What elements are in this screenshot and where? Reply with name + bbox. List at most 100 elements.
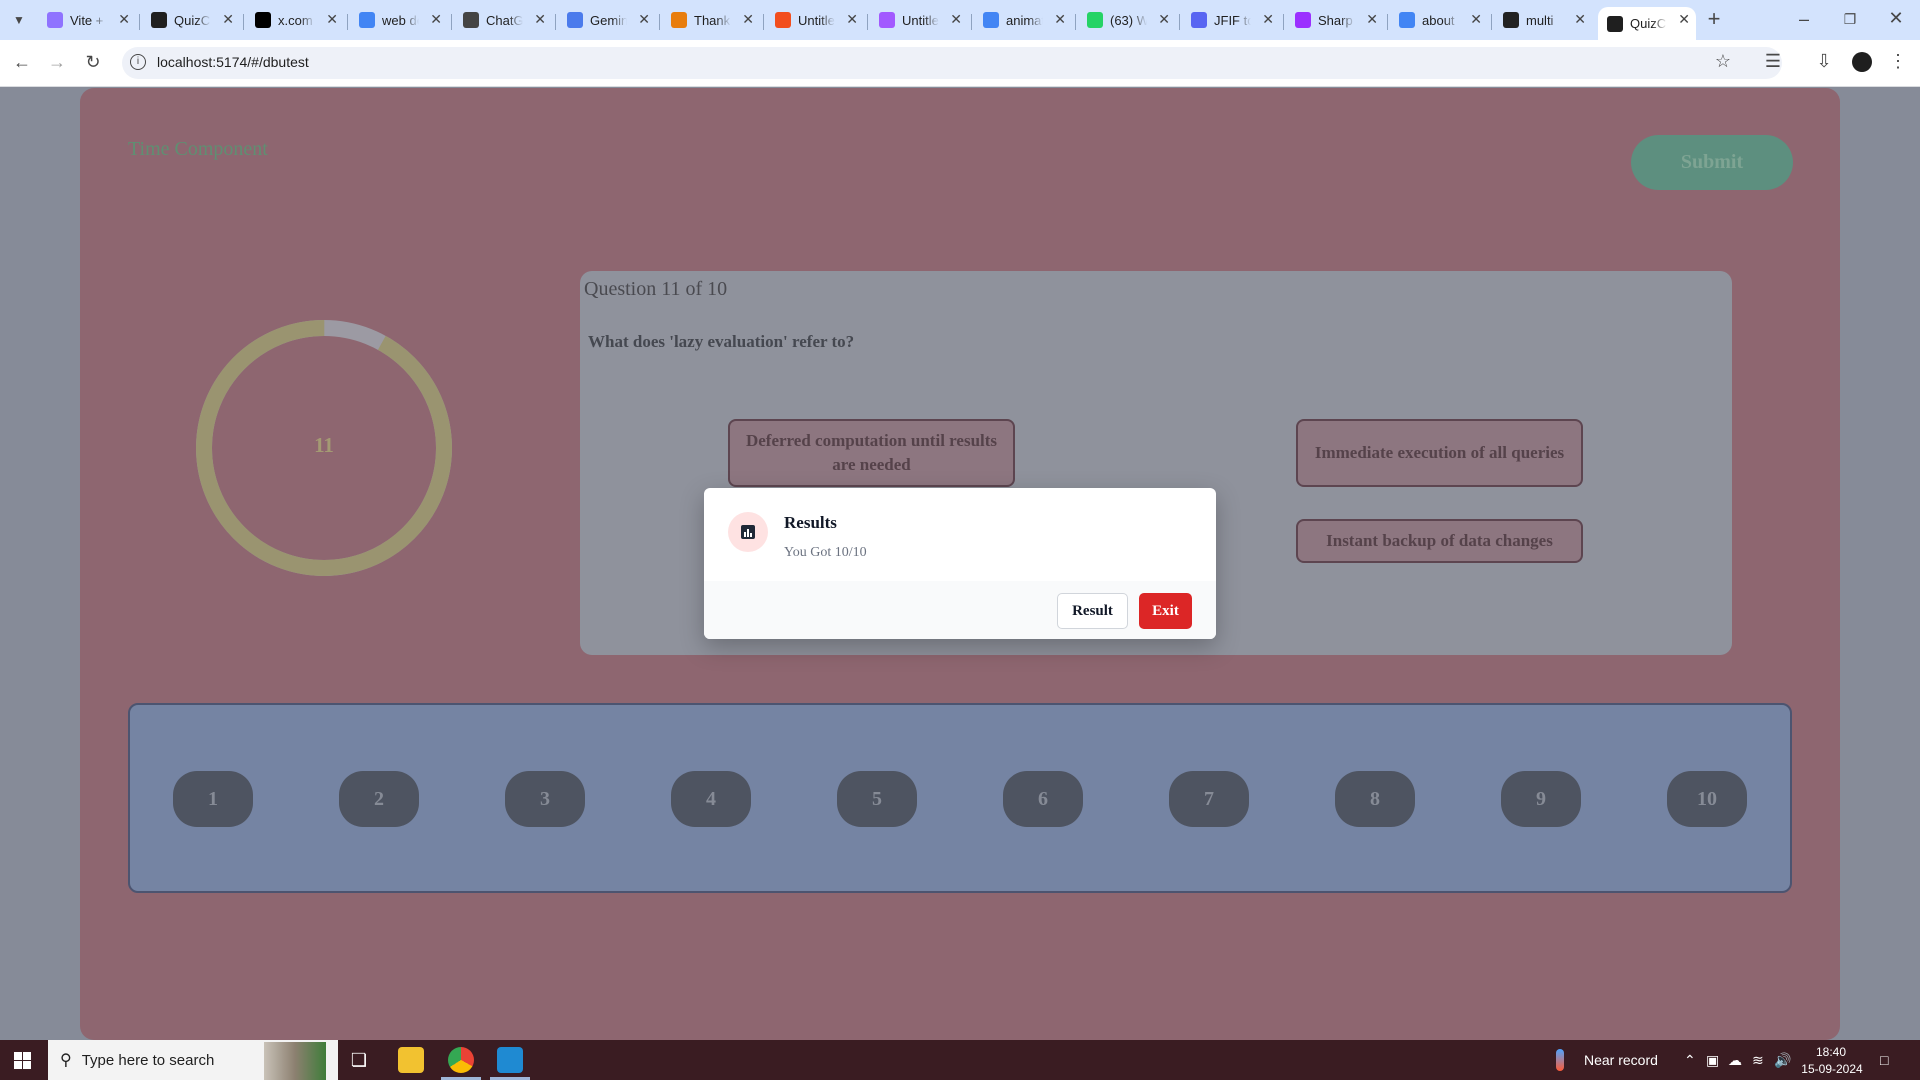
- browser-tab-title: JFIF to PNG: [1214, 12, 1251, 28]
- browser-tab-title: animation: [1006, 12, 1043, 28]
- browser-tab-title: ChatGPT: [486, 12, 523, 28]
- close-tab-icon[interactable]: ✕: [742, 11, 754, 27]
- browser-tab[interactable]: Gemini ✕: [558, 7, 656, 33]
- figma-icon: [775, 12, 791, 28]
- option-a-button[interactable]: Deferred computation until results are n…: [728, 419, 1015, 487]
- browser-tab[interactable]: ChatGPT ✕: [454, 7, 552, 33]
- network-icon[interactable]: ≋: [1752, 1052, 1764, 1069]
- option-c-button[interactable]: Instant backup of data changes: [1296, 519, 1583, 563]
- tab-separator: [1075, 14, 1076, 30]
- google-icon: [1399, 12, 1415, 28]
- browser-tab[interactable]: Untitled ✕: [766, 7, 864, 33]
- clock-date[interactable]: 15-09-2024: [1801, 1062, 1863, 1076]
- gemini-icon: [567, 12, 583, 28]
- windows-start-icon[interactable]: [14, 1052, 31, 1069]
- clock-time[interactable]: 18:40: [1806, 1045, 1856, 1059]
- tab-separator: [139, 14, 140, 30]
- close-tab-icon[interactable]: ✕: [1574, 11, 1586, 27]
- chrome-icon[interactable]: [448, 1047, 474, 1073]
- close-tab-icon[interactable]: ✕: [1158, 11, 1170, 27]
- close-tab-icon[interactable]: ✕: [326, 11, 338, 27]
- volume-icon[interactable]: 🔊: [1774, 1052, 1791, 1069]
- close-window-icon[interactable]: ✕: [1885, 8, 1907, 28]
- close-tab-icon[interactable]: ✕: [1678, 11, 1690, 27]
- question-nav-button-2[interactable]: 2: [339, 771, 419, 827]
- question-nav-button-8[interactable]: 8: [1335, 771, 1415, 827]
- extensions-icon[interactable]: ☰: [1762, 51, 1784, 71]
- quiz-icon: [151, 12, 167, 28]
- browser-tab[interactable]: (63) WhatsApp ✕: [1078, 7, 1176, 33]
- time-component-label: Time Component: [128, 138, 268, 160]
- address-url[interactable]: localhost:5174/#/dbutest: [157, 54, 309, 70]
- browser-tab-title: Sharp: [1318, 12, 1353, 28]
- browser-tab[interactable]: about ✕: [1390, 7, 1488, 33]
- browser-tab-title: Thank you: [694, 12, 731, 28]
- browser-tab[interactable]: multi ✕: [1494, 7, 1592, 33]
- reload-icon[interactable]: ↻: [82, 52, 104, 72]
- tab-separator: [659, 14, 660, 30]
- browser-tab-title: Gemini: [590, 12, 627, 28]
- browser-tab[interactable]: web design ✕: [350, 7, 448, 33]
- notifications-icon[interactable]: □: [1880, 1052, 1888, 1068]
- weather-text[interactable]: Near record: [1584, 1052, 1658, 1068]
- openai-icon: [1503, 12, 1519, 28]
- close-tab-icon[interactable]: ✕: [1366, 11, 1378, 27]
- question-nav-button-3[interactable]: 3: [505, 771, 585, 827]
- browser-tab[interactable]: QuizClash ✕: [1598, 7, 1696, 40]
- task-view-icon[interactable]: ❏: [348, 1050, 370, 1070]
- site-info-icon[interactable]: i: [130, 54, 146, 70]
- close-tab-icon[interactable]: ✕: [118, 11, 130, 27]
- new-tab-icon[interactable]: +: [1703, 8, 1725, 30]
- browser-tab-title: x.com: [278, 12, 313, 28]
- tab-search-chevron-icon[interactable]: ▼: [8, 10, 30, 30]
- submit-button[interactable]: Submit: [1631, 135, 1793, 190]
- browser-tab[interactable]: Thank you ✕: [662, 7, 760, 33]
- close-tab-icon[interactable]: ✕: [222, 11, 234, 27]
- minimize-icon[interactable]: –: [1793, 9, 1815, 29]
- browser-tab[interactable]: JFIF to PNG ✕: [1182, 7, 1280, 33]
- search-icon: ⚲: [60, 1052, 72, 1069]
- address-bar[interactable]: [122, 47, 1782, 79]
- result-button[interactable]: Result: [1057, 593, 1128, 629]
- browser-menu-icon[interactable]: ⋮: [1887, 51, 1909, 71]
- question-nav-button-4[interactable]: 4: [671, 771, 751, 827]
- forward-icon[interactable]: →: [46, 52, 68, 72]
- browser-tab-title: (63) WhatsApp: [1110, 12, 1147, 28]
- close-tab-icon[interactable]: ✕: [1262, 11, 1274, 27]
- file-explorer-icon[interactable]: [398, 1047, 424, 1073]
- exit-button[interactable]: Exit: [1139, 593, 1192, 629]
- vscode-icon[interactable]: [497, 1047, 523, 1073]
- back-icon[interactable]: ←: [11, 52, 33, 72]
- question-nav-button-5[interactable]: 5: [837, 771, 917, 827]
- restore-icon[interactable]: ❐: [1839, 9, 1861, 29]
- close-tab-icon[interactable]: ✕: [534, 11, 546, 27]
- browser-tab[interactable]: x.com ✕: [246, 7, 344, 33]
- close-tab-icon[interactable]: ✕: [638, 11, 650, 27]
- onedrive-icon[interactable]: ☁: [1728, 1052, 1742, 1069]
- close-tab-icon[interactable]: ✕: [430, 11, 442, 27]
- download-icon[interactable]: ⇩: [1813, 51, 1835, 71]
- close-tab-icon[interactable]: ✕: [950, 11, 962, 27]
- meet-now-icon[interactable]: ▣: [1706, 1052, 1719, 1069]
- browser-tab[interactable]: Sharp ✕: [1286, 7, 1384, 33]
- bookmark-star-icon[interactable]: ☆: [1712, 51, 1734, 71]
- profile-avatar[interactable]: [1852, 52, 1872, 72]
- browser-tab-title: about: [1422, 12, 1455, 28]
- close-tab-icon[interactable]: ✕: [1054, 11, 1066, 27]
- question-nav-button-10[interactable]: 10: [1667, 771, 1747, 827]
- option-b-button[interactable]: Immediate execution of all queries: [1296, 419, 1583, 487]
- show-hidden-icons-icon[interactable]: ⌃: [1684, 1052, 1696, 1069]
- browser-tab[interactable]: Vite + React ✕: [38, 7, 136, 33]
- question-nav-button-1[interactable]: 1: [173, 771, 253, 827]
- question-nav-button-7[interactable]: 7: [1169, 771, 1249, 827]
- close-tab-icon[interactable]: ✕: [1470, 11, 1482, 27]
- browser-tab[interactable]: animation ✕: [974, 7, 1072, 33]
- question-nav-button-6[interactable]: 6: [1003, 771, 1083, 827]
- close-tab-icon[interactable]: ✕: [846, 11, 858, 27]
- question-nav-button-9[interactable]: 9: [1501, 771, 1581, 827]
- tab-separator: [555, 14, 556, 30]
- browser-tab[interactable]: QuizClash ✕: [142, 7, 240, 33]
- browser-tab[interactable]: Untitled ✕: [870, 7, 968, 33]
- question-counter: Question 11 of 10: [584, 278, 728, 300]
- converter-icon: [1191, 12, 1207, 28]
